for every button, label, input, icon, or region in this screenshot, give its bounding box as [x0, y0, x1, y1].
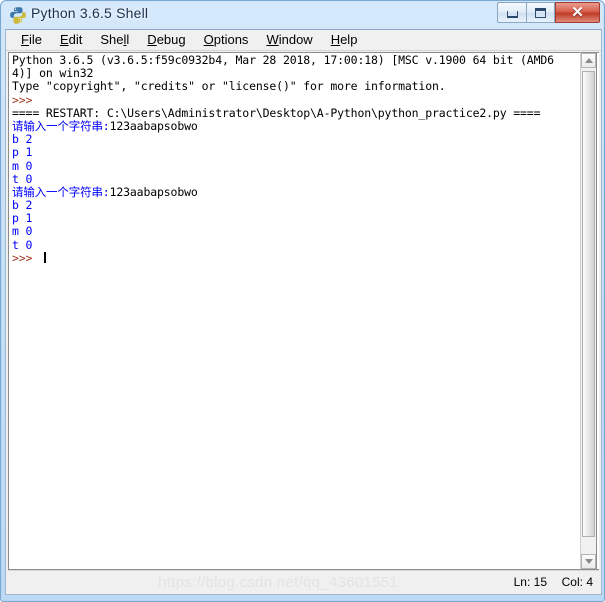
scroll-down-arrow-icon[interactable]	[581, 554, 596, 569]
shell-line: m 0	[12, 158, 582, 173]
menu-bar: File Edit Shell Debug Options Window Hel…	[6, 30, 601, 51]
menu-item-help[interactable]: Help	[322, 31, 367, 49]
shell-line-text: 请输入一个字符串:	[12, 184, 110, 199]
menu-item-debug[interactable]: Debug	[138, 31, 194, 49]
watermark-text: https://blog.csdn.net/qq_43601551	[158, 574, 399, 591]
title-bar[interactable]: Python 3.6.5 Shell ✕	[1, 1, 604, 29]
shell-line: m 0	[12, 225, 582, 238]
status-column-indicator: Col: 4	[561, 575, 593, 589]
shell-line: Python 3.6.5 (v3.6.5:f59c0932b4, Mar 28 …	[12, 53, 582, 67]
shell-line: Type "copyright", "credits" or "license(…	[12, 80, 582, 93]
shell-line-text: Type "copyright", "credits" or "license(…	[12, 79, 446, 94]
menu-item-shell[interactable]: Shell	[91, 31, 138, 49]
maximize-button[interactable]	[526, 2, 555, 23]
shell-text-area[interactable]: Python 3.6.5 (v3.6.5:f59c0932b4, Mar 28 …	[8, 52, 599, 570]
shell-line-text: Python 3.6.5 (v3.6.5:f59c0932b4, Mar 28 …	[12, 53, 554, 67]
shell-line-text: 请输入一个字符串:	[12, 118, 110, 133]
shell-line-text: ==== RESTART: C:\Users\Administrator\Des…	[12, 105, 541, 120]
vertical-scrollbar[interactable]	[580, 52, 597, 570]
shell-line-text: m 0	[12, 158, 33, 173]
close-button[interactable]: ✕	[555, 2, 600, 23]
shell-line: 请输入一个字符串:123aabapsobwo	[12, 184, 582, 199]
menu-item-edit[interactable]: Edit	[51, 31, 91, 49]
shell-line-text: t 0	[12, 237, 33, 252]
shell-line-input: 123aabapsobwo	[109, 118, 198, 133]
shell-line-text: p 1	[12, 211, 33, 226]
menu-item-window[interactable]: Window	[257, 31, 321, 49]
shell-line-text: b 2	[12, 132, 33, 147]
shell-line: 请输入一个字符串:123aabapsobwo	[12, 118, 582, 133]
maximize-icon	[535, 7, 546, 18]
minimize-icon	[506, 11, 518, 18]
shell-line: b 2	[12, 198, 582, 213]
shell-line: b 2	[12, 133, 582, 146]
shell-line: p 1	[12, 212, 582, 225]
scrollbar-thumb[interactable]	[582, 71, 595, 537]
client-area: File Edit Shell Debug Options Window Hel…	[5, 29, 602, 595]
shell-line-text: t 0	[12, 171, 33, 186]
scroll-up-arrow-icon[interactable]	[581, 53, 596, 68]
status-line-indicator: Ln: 15	[513, 575, 547, 589]
triangle-up-icon	[584, 58, 593, 63]
shell-output: Python 3.6.5 (v3.6.5:f59c0932b4, Mar 28 …	[12, 53, 582, 265]
application-window: Python 3.6.5 Shell ✕ File Edit Shell Deb…	[0, 0, 605, 602]
shell-line: t 0	[12, 237, 582, 252]
shell-line-text: b 2	[12, 198, 33, 213]
minimize-button[interactable]	[497, 2, 526, 23]
shell-line-text: p 1	[12, 145, 33, 160]
menu-item-options[interactable]: Options	[195, 31, 258, 49]
python-logo-icon	[9, 6, 27, 24]
shell-line-text: 4)] on win32	[12, 66, 94, 81]
shell-line: p 1	[12, 146, 582, 159]
triangle-down-icon	[584, 559, 593, 564]
shell-line-text: m 0	[12, 224, 33, 239]
shell-line-input: 123aabapsobwo	[109, 184, 198, 199]
window-title: Python 3.6.5 Shell	[31, 5, 149, 21]
status-bar: https://blog.csdn.net/qq_43601551 Ln: 15…	[8, 570, 599, 592]
close-icon: ✕	[571, 4, 584, 21]
shell-line-text: >>>	[12, 92, 40, 107]
menu-item-file[interactable]: File	[12, 31, 51, 49]
shell-line: >>>	[12, 250, 582, 265]
shell-line-text: >>>	[12, 250, 40, 265]
text-cursor	[44, 251, 47, 263]
